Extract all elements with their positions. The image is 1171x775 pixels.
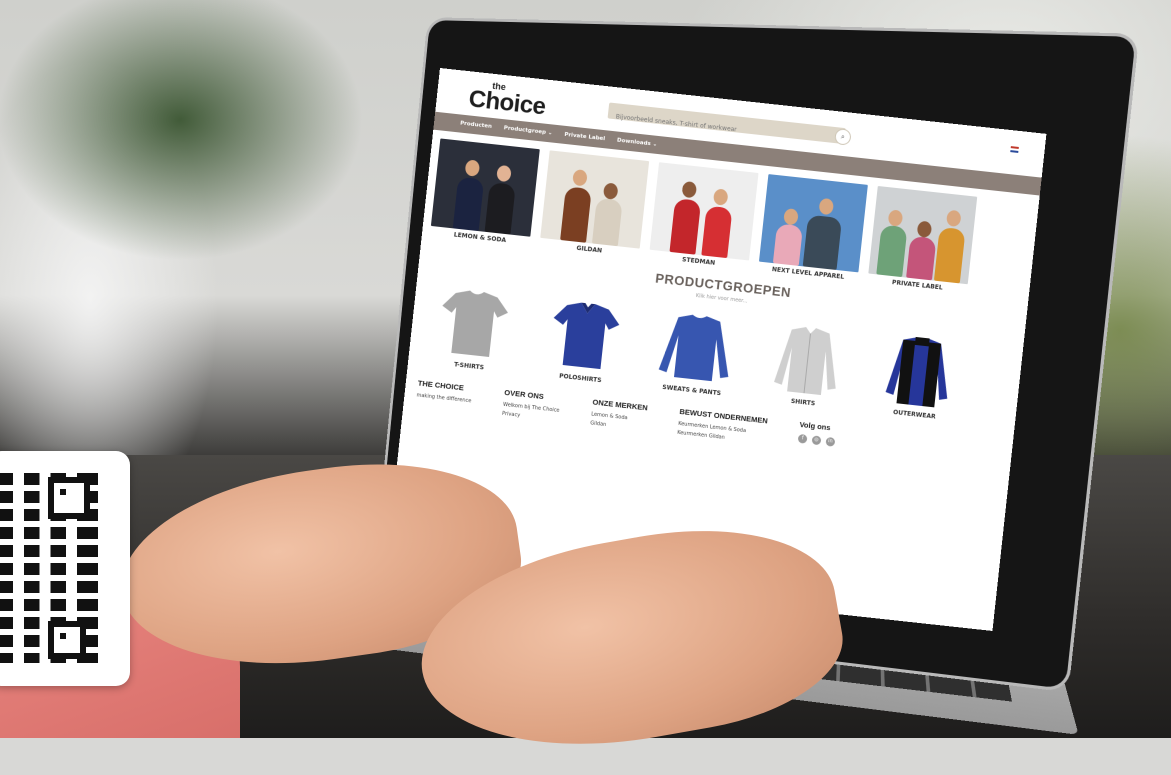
product-outerwear[interactable]: OUTERWEAR: [871, 331, 965, 423]
nav-item-productgroep[interactable]: Productgroep ⌄: [503, 125, 552, 136]
brand-photo: [758, 174, 868, 273]
footer-col-onze-merken: ONZE MERKEN Lemon & Soda Gildan: [590, 397, 649, 435]
poloshirt-image: [538, 295, 631, 376]
model-head: [916, 220, 933, 238]
search-icon[interactable]: ⌕: [834, 128, 852, 146]
model-figure: [906, 235, 937, 281]
linkedin-icon[interactable]: in: [825, 436, 836, 447]
model-figure: [591, 197, 623, 247]
model-head: [572, 169, 588, 187]
brand-tile-next-level-apparel[interactable]: NEXT LEVEL APPAREL: [758, 174, 868, 282]
model-head: [464, 159, 481, 177]
model-head: [887, 209, 904, 227]
model-head: [818, 197, 835, 216]
brand-tile-lemon-soda[interactable]: LEMON & SODA: [430, 138, 540, 246]
brand-tile-stedman[interactable]: STEDMAN: [649, 162, 759, 270]
model-head: [681, 180, 698, 199]
site-logo[interactable]: the Choice: [467, 79, 548, 121]
qr-code-card[interactable]: [0, 451, 130, 686]
brand-photo: [649, 162, 759, 261]
nav-item-private-label[interactable]: Private Label: [564, 132, 605, 142]
footer-heading: THE CHOICE: [417, 378, 465, 393]
model-figure: [876, 224, 908, 278]
brand-tile-private-label[interactable]: PRIVATE LABEL: [867, 185, 978, 294]
model-head: [945, 209, 962, 228]
brand-photo: [540, 150, 650, 249]
model-figure: [701, 205, 733, 259]
model-head: [783, 208, 799, 226]
model-figure: [484, 182, 516, 235]
model-head: [602, 182, 619, 200]
shirt-image: [761, 319, 854, 400]
footer-col-volg-ons: Volg ons f ◎ in: [797, 420, 837, 456]
nav-item-producten[interactable]: Producten: [460, 121, 492, 130]
product-sweats-pants[interactable]: SWEATS & PANTS: [649, 307, 743, 399]
brand-photo: [430, 138, 540, 237]
product-shirts[interactable]: SHIRTS: [760, 319, 854, 411]
jacket-image: [872, 331, 965, 412]
model-figure: [560, 186, 592, 243]
qr-finder-pattern: [48, 477, 90, 519]
sweater-image: [650, 307, 743, 388]
footer-heading: ONZE MERKEN: [592, 397, 649, 413]
brand-photo: [868, 185, 978, 285]
nav-item-downloads[interactable]: Downloads ⌄: [617, 138, 658, 148]
model-figure: [802, 214, 843, 271]
dutch-flag-icon[interactable]: [1010, 146, 1019, 153]
logo-main-text: Choice: [467, 85, 547, 121]
model-figure: [669, 198, 702, 255]
facebook-icon[interactable]: f: [797, 433, 808, 444]
model-head: [496, 164, 512, 183]
social-icons: f ◎ in: [797, 433, 836, 447]
qr-finder-pattern: [48, 621, 86, 659]
model-head: [712, 188, 729, 206]
model-figure: [933, 226, 966, 284]
brand-tile-gildan[interactable]: GILDAN: [539, 150, 650, 258]
footer-heading: Volg ons: [799, 419, 831, 433]
model-figure: [772, 223, 804, 266]
product-tshirts[interactable]: T-SHIRTS: [426, 283, 520, 375]
tshirt-image: [427, 283, 520, 364]
model-figure: [452, 176, 485, 232]
footer-col-the-choice: THE CHOICE making the difference: [415, 378, 473, 416]
product-poloshirts[interactable]: POLOSHIRTS: [537, 295, 631, 387]
footer-col-over-ons: OVER ONS Welkom bij The Choice Privacy: [501, 388, 561, 426]
footer-col-bewust-ondernemen: BEWUST ONDERNEMEN Keurmerken Lemon & Sod…: [677, 407, 768, 448]
instagram-icon[interactable]: ◎: [811, 435, 822, 446]
footer-text: making the difference: [416, 392, 472, 405]
footer-heading: OVER ONS: [503, 387, 545, 402]
